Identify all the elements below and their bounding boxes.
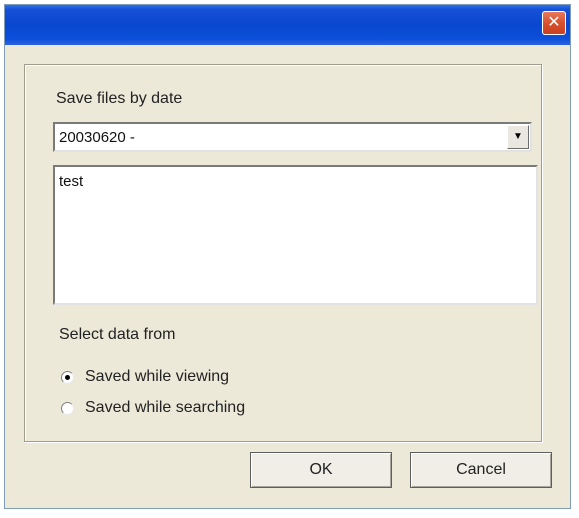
title-bar[interactable]: ✕ xyxy=(5,5,570,45)
date-dropdown-value: 20030620 - xyxy=(59,129,135,146)
radio-label-viewing: Saved while viewing xyxy=(85,368,230,385)
dropdown-button[interactable]: ▼ xyxy=(507,125,529,149)
ok-button[interactable]: OK xyxy=(250,452,392,488)
cancel-button[interactable]: Cancel xyxy=(410,452,552,488)
radio-button-unchecked[interactable] xyxy=(61,402,74,415)
file-list-box[interactable]: test xyxy=(53,165,538,305)
close-icon: ✕ xyxy=(547,14,561,31)
radio-button-checked[interactable] xyxy=(61,371,74,384)
save-by-date-label: Save files by date xyxy=(56,90,183,107)
date-dropdown[interactable]: 20030620 - ▼ xyxy=(53,122,532,152)
radio-dot-icon xyxy=(65,375,70,380)
radio-label-searching: Saved while searching xyxy=(85,399,246,416)
chevron-down-icon: ▼ xyxy=(513,131,523,142)
close-button[interactable]: ✕ xyxy=(542,11,566,35)
file-list-item[interactable]: test xyxy=(59,173,83,190)
select-data-label: Select data from xyxy=(59,326,176,343)
